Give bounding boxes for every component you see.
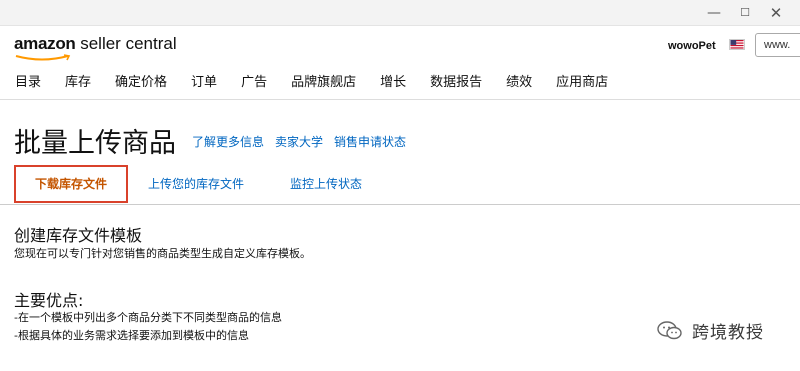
- seller-central-header: amazon seller central wowoPet www. 目录 库存…: [0, 26, 800, 100]
- maximize-button[interactable]: ☐: [735, 4, 755, 22]
- section-title: 创建库存文件模板: [14, 226, 143, 245]
- nav-item-appstore[interactable]: 应用商店: [556, 73, 608, 93]
- nav-item-reports[interactable]: 数据报告: [430, 73, 482, 93]
- main-navigation: 目录 库存 确定价格 订单 广告 品牌旗舰店 增长 数据报告 绩效 应用商店: [0, 73, 617, 93]
- tab-monitor-upload-status[interactable]: 监控上传状态: [290, 175, 362, 192]
- nav-item-performance[interactable]: 绩效: [506, 73, 532, 93]
- section-description: 您现在可以专门针对您销售的商品类型生成自定义库存模板。: [14, 247, 311, 260]
- logo-brand-text: amazon: [14, 34, 76, 53]
- nav-item-growth[interactable]: 增长: [380, 73, 406, 93]
- logo-product-text: seller central: [75, 34, 177, 53]
- nav-item-pricing[interactable]: 确定价格: [115, 73, 167, 93]
- tab-upload-inventory-file[interactable]: 上传您的库存文件: [148, 175, 244, 192]
- nav-item-catalog[interactable]: 目录: [15, 73, 41, 93]
- watermark: 跨境教授: [656, 318, 764, 343]
- selling-application-status-link[interactable]: 销售申请状态: [334, 133, 406, 150]
- amazon-smile-icon: [15, 54, 71, 61]
- seller-central-logo[interactable]: amazon seller central: [14, 34, 177, 61]
- close-button[interactable]: ✕: [766, 4, 786, 22]
- upload-tabs: 下载库存文件 上传您的库存文件 监控上传状态: [0, 163, 800, 205]
- learn-more-link[interactable]: 了解更多信息: [192, 133, 264, 150]
- title-links: 了解更多信息 卖家大学 销售申请状态: [192, 133, 417, 150]
- nav-item-inventory[interactable]: 库存: [65, 73, 91, 93]
- advantage-item: -根据具体的业务需求选择要添加到模板中的信息: [14, 329, 249, 342]
- tab-download-inventory-file[interactable]: 下载库存文件: [14, 165, 128, 203]
- nav-item-advertising[interactable]: 广告: [241, 73, 267, 93]
- seller-university-link[interactable]: 卖家大学: [275, 133, 323, 150]
- account-name[interactable]: wowoPet: [668, 40, 716, 52]
- wechat-icon: [657, 320, 682, 339]
- advantage-item: -在一个模板中列出多个商品分类下不同类型商品的信息: [14, 311, 282, 324]
- nav-item-orders[interactable]: 订单: [191, 73, 217, 93]
- minimize-button[interactable]: —: [704, 4, 724, 22]
- page-title: 批量上传商品: [14, 128, 176, 159]
- search-input[interactable]: www.: [755, 33, 800, 57]
- advantages-title: 主要优点:: [14, 291, 84, 310]
- watermark-text: 跨境教授: [692, 323, 764, 343]
- window-titlebar: — ☐ ✕: [0, 0, 800, 26]
- us-flag-icon[interactable]: [729, 39, 745, 50]
- nav-item-stores[interactable]: 品牌旗舰店: [291, 73, 356, 93]
